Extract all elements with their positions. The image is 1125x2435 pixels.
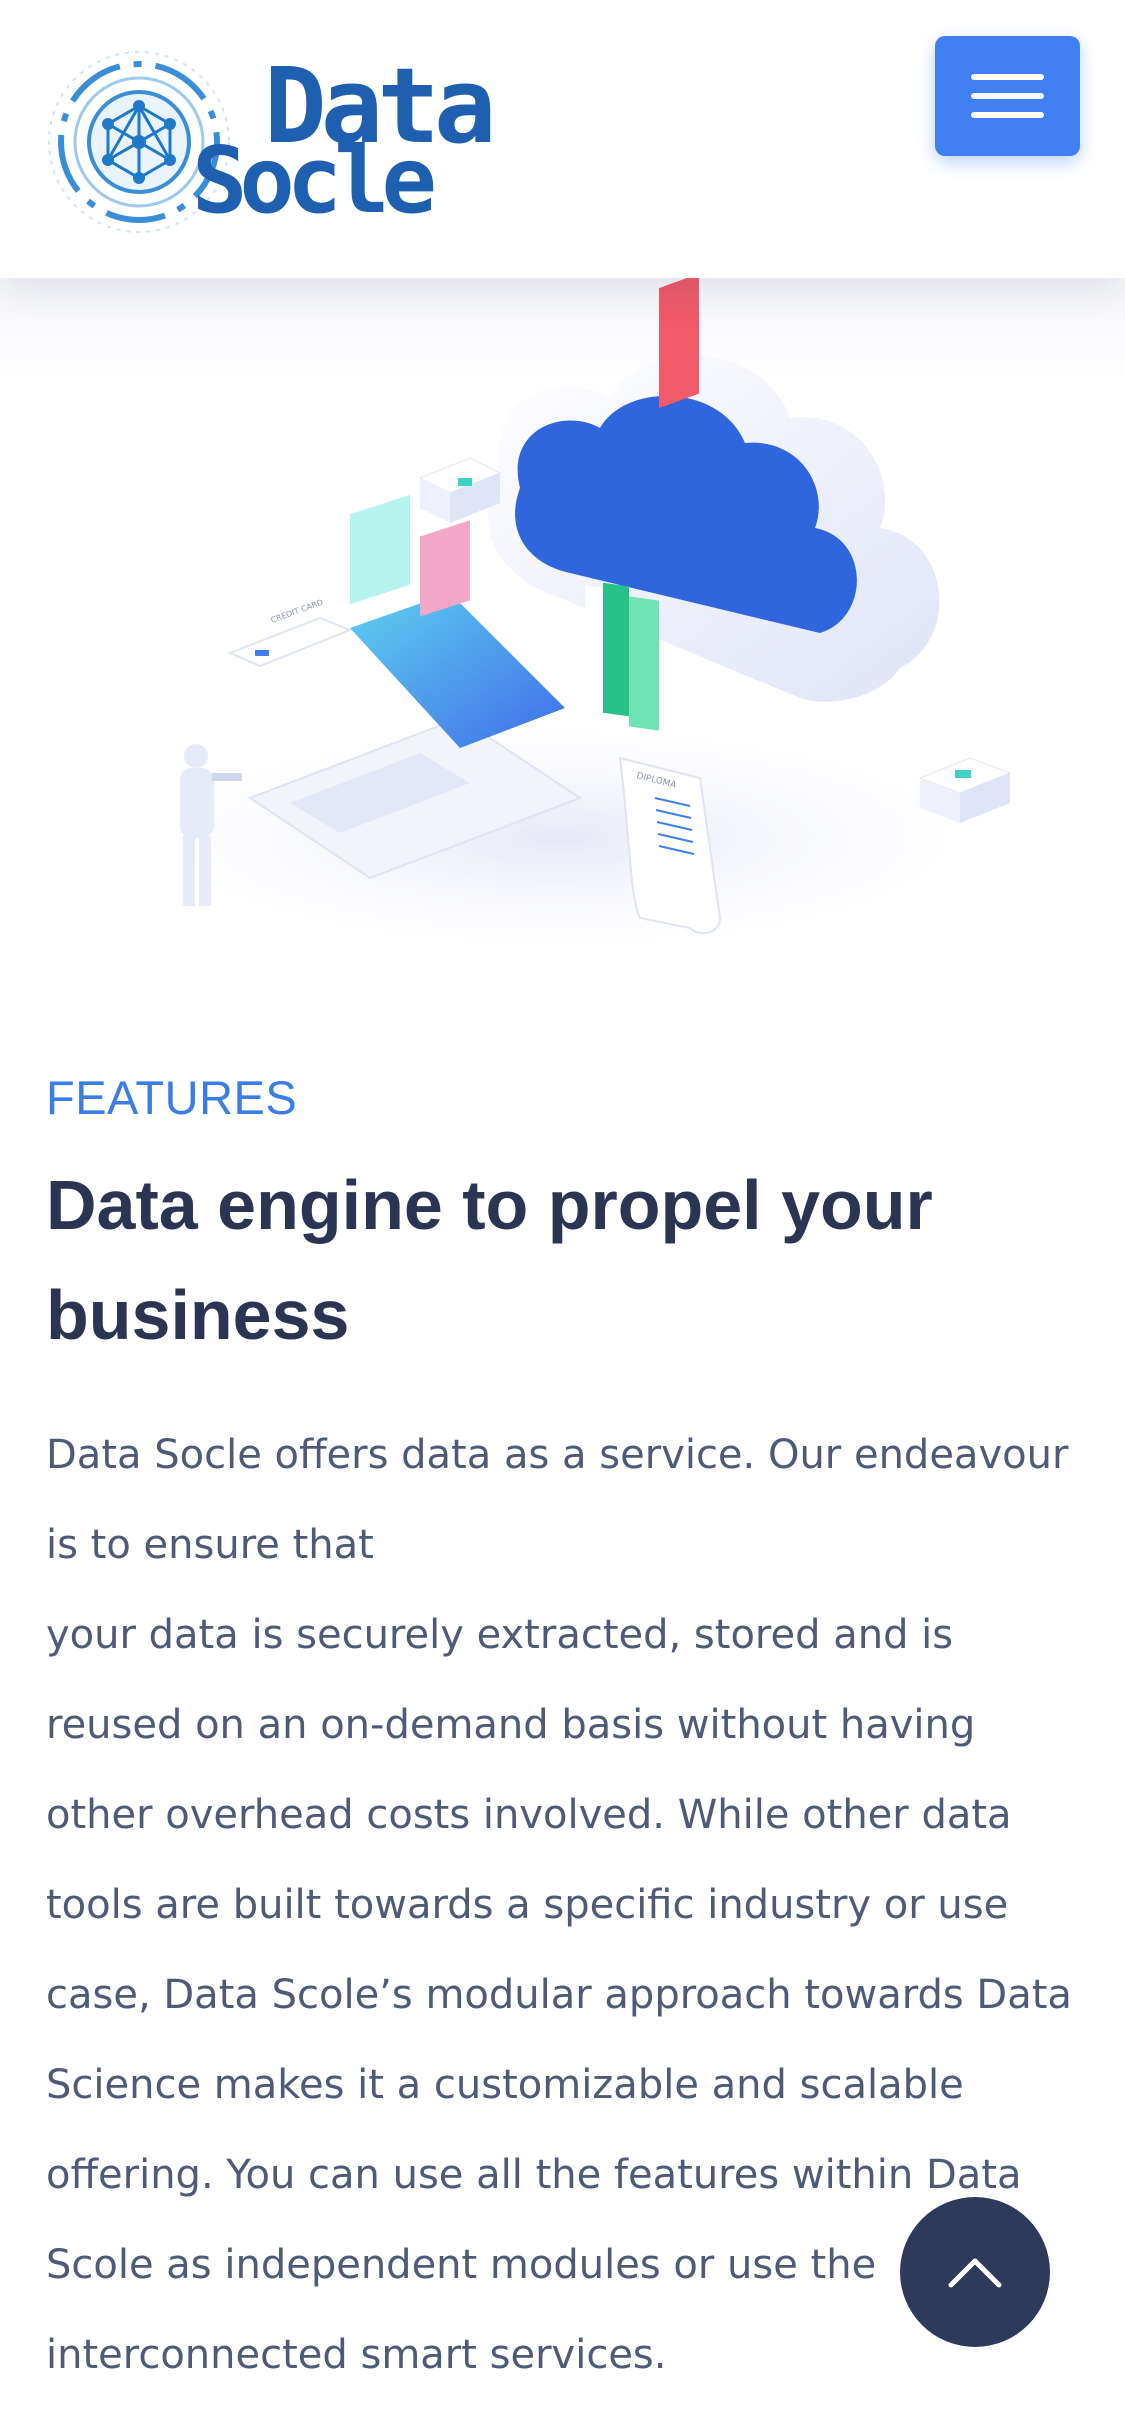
site-header: Data Socle	[0, 0, 1125, 278]
section-title: Data engine to propel your business	[46, 1166, 933, 1354]
data-socle-logo[interactable]: Data Socle	[44, 44, 524, 240]
cloud-storage-icon	[488, 278, 940, 731]
credit-card-icon: CREDIT CARD	[227, 598, 353, 668]
scroll-to-top-button[interactable]	[900, 2197, 1050, 2347]
server-icon	[418, 457, 502, 523]
chevron-up-icon	[948, 2258, 1002, 2288]
section-eyebrow: FEATURES	[46, 1071, 298, 1124]
hero-illustration: CREDIT CARD DIPLOMA	[0, 278, 1125, 1038]
menu-button[interactable]	[935, 36, 1080, 156]
logo-word-bottom: Socle	[192, 127, 434, 234]
